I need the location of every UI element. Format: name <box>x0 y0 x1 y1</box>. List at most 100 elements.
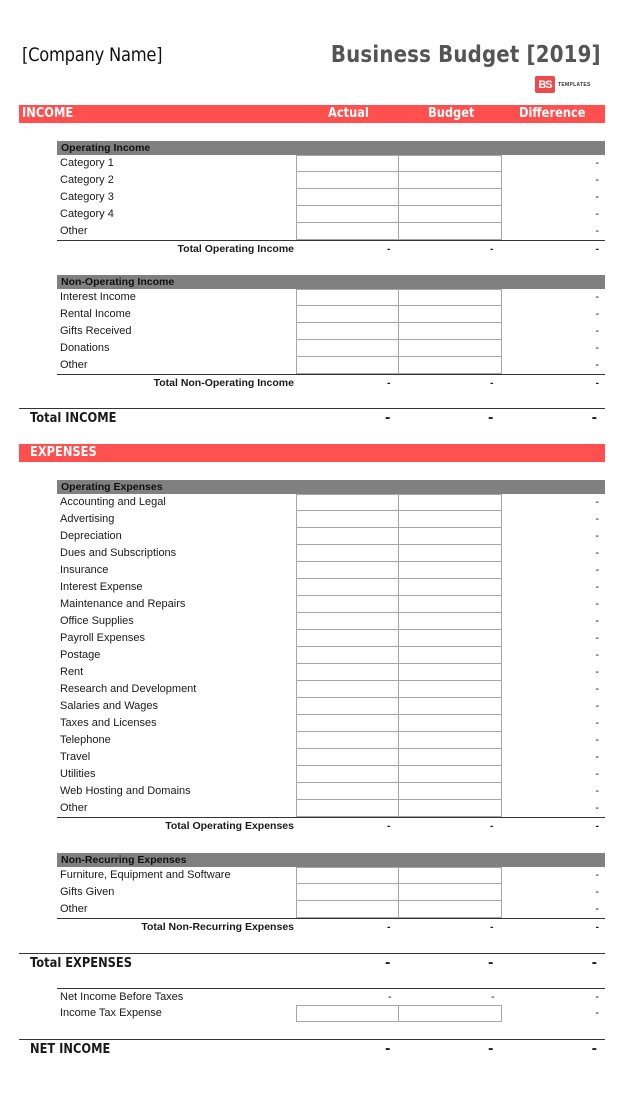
budget-input-cell[interactable] <box>399 223 502 240</box>
budget-input-cell[interactable] <box>399 698 502 715</box>
budget-input-cell[interactable] <box>399 867 502 884</box>
actual-input-cell[interactable] <box>296 545 399 562</box>
actual-input-cell[interactable] <box>296 528 399 545</box>
actual-input-cell[interactable] <box>296 579 399 596</box>
budget-input-cell[interactable] <box>399 715 502 732</box>
line-item-row: Postage - <box>57 647 605 664</box>
budget-input-cell[interactable] <box>399 562 502 579</box>
line-item-label: Depreciation <box>60 530 122 542</box>
line-item-row: Office Supplies - <box>57 613 605 630</box>
budget-input-cell[interactable] <box>399 206 502 223</box>
actual-input-cell[interactable] <box>296 800 399 817</box>
actual-input-cell[interactable] <box>296 664 399 681</box>
difference-value: - <box>595 886 599 898</box>
actual-input-cell[interactable] <box>296 884 399 901</box>
expenses-section-header: EXPENSES <box>19 444 605 462</box>
budget-input-cell[interactable] <box>399 172 502 189</box>
line-item-label: Salaries and Wages <box>60 700 159 712</box>
actual-input-cell[interactable] <box>296 867 399 884</box>
budget-input-cell[interactable] <box>399 323 502 340</box>
actual-input-cell[interactable] <box>296 223 399 240</box>
actual-input-cell[interactable] <box>296 681 399 698</box>
budget-input-cell[interactable] <box>399 800 502 817</box>
line-item-label: Rent <box>60 666 84 678</box>
income-tax-expense-actual-input[interactable] <box>296 1005 399 1022</box>
actual-input-cell[interactable] <box>296 562 399 579</box>
line-item-label: Dues and Subscriptions <box>60 547 177 559</box>
budget-input-cell[interactable] <box>399 289 502 306</box>
actual-input-cell[interactable] <box>296 289 399 306</box>
budget-input-cell[interactable] <box>399 783 502 800</box>
line-item-label: Other <box>60 225 88 237</box>
actual-input-cell[interactable] <box>296 766 399 783</box>
budget-input-cell[interactable] <box>399 884 502 901</box>
actual-input-cell[interactable] <box>296 647 399 664</box>
budget-input-cell[interactable] <box>399 732 502 749</box>
actual-input-cell[interactable] <box>296 901 399 918</box>
budget-input-cell[interactable] <box>399 766 502 783</box>
actual-input-cell[interactable] <box>296 630 399 647</box>
budget-input-cell[interactable] <box>399 306 502 323</box>
budget-input-cell[interactable] <box>399 494 502 511</box>
difference-value: - <box>595 325 599 337</box>
net-income-before-taxes-label: Net Income Before Taxes <box>60 991 184 1003</box>
line-item-row: Telephone - <box>57 732 605 749</box>
actual-input-cell[interactable] <box>296 511 399 528</box>
net-income-before-taxes-actual: - <box>388 991 392 1003</box>
budget-input-cell[interactable] <box>399 596 502 613</box>
actual-input-cell[interactable] <box>296 340 399 357</box>
total-expenses-row: Total EXPENSES - - - <box>19 953 605 975</box>
budget-input-cell[interactable] <box>399 545 502 562</box>
actual-input-cell[interactable] <box>296 698 399 715</box>
budget-input-cell[interactable] <box>399 901 502 918</box>
budget-input-cell[interactable] <box>399 647 502 664</box>
actual-input-cell[interactable] <box>296 306 399 323</box>
logo-mark: BS <box>535 76 555 93</box>
actual-input-cell[interactable] <box>296 206 399 223</box>
total-income-label: Total INCOME <box>30 411 117 426</box>
line-item-label: Accounting and Legal <box>60 496 166 508</box>
budget-input-cell[interactable] <box>399 681 502 698</box>
actual-input-cell[interactable] <box>296 613 399 630</box>
budget-input-cell[interactable] <box>399 749 502 766</box>
budget-input-cell[interactable] <box>399 579 502 596</box>
actual-input-cell[interactable] <box>296 783 399 800</box>
difference-value: - <box>595 615 599 627</box>
budget-input-cell[interactable] <box>399 630 502 647</box>
brand-logo: BS TEMPLATES <box>535 76 591 93</box>
actual-input-cell[interactable] <box>296 189 399 206</box>
income-tax-expense-budget-input[interactable] <box>399 1005 502 1022</box>
actual-input-cell[interactable] <box>296 596 399 613</box>
income-section-label: INCOME <box>22 106 74 121</box>
budget-input-cell[interactable] <box>399 528 502 545</box>
line-item-row: Rental Income - <box>57 306 605 323</box>
actual-input-cell[interactable] <box>296 732 399 749</box>
line-item-row: Other - <box>57 357 605 374</box>
actual-input-cell[interactable] <box>296 155 399 172</box>
difference-value: - <box>595 649 599 661</box>
subtotal-difference: - <box>595 921 600 933</box>
actual-input-cell[interactable] <box>296 357 399 374</box>
actual-input-cell[interactable] <box>296 715 399 732</box>
budget-input-cell[interactable] <box>399 664 502 681</box>
actual-input-cell[interactable] <box>296 172 399 189</box>
subtotal-difference: - <box>595 243 600 255</box>
difference-value: - <box>595 342 599 354</box>
budget-input-cell[interactable] <box>399 511 502 528</box>
line-item-label: Utilities <box>60 768 96 780</box>
line-item-row: Depreciation - <box>57 528 605 545</box>
budget-input-cell[interactable] <box>399 357 502 374</box>
net-income-before-taxes-budget: - <box>491 991 495 1003</box>
actual-input-cell[interactable] <box>296 494 399 511</box>
company-name: [Company Name] <box>22 44 163 66</box>
budget-input-cell[interactable] <box>399 155 502 172</box>
budget-input-cell[interactable] <box>399 340 502 357</box>
difference-value: - <box>595 768 599 780</box>
budget-input-cell[interactable] <box>399 189 502 206</box>
subtotal-actual: - <box>387 921 391 933</box>
actual-input-cell[interactable] <box>296 323 399 340</box>
actual-input-cell[interactable] <box>296 749 399 766</box>
subtotal-budget: - <box>490 243 494 255</box>
budget-input-cell[interactable] <box>399 613 502 630</box>
total-expenses-budget: - <box>488 956 494 971</box>
